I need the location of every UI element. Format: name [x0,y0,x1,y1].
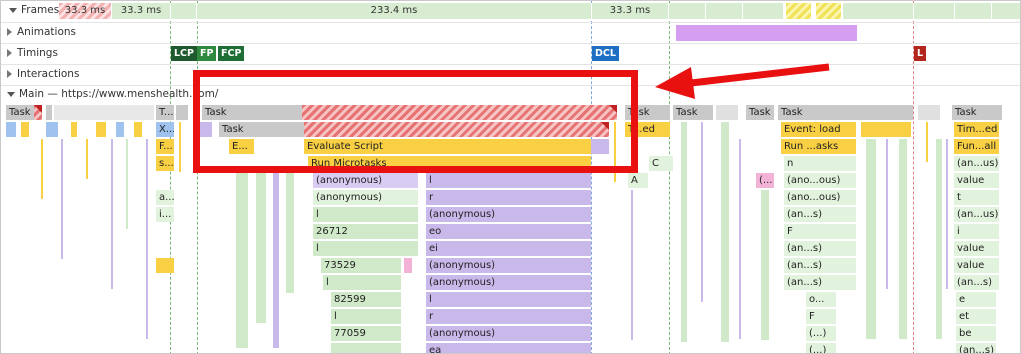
performance-panel: Frames 33.3 ms 33.3 ms 233.4 ms 33.3 ms … [0,0,1021,354]
arrow-icon [655,63,830,99]
